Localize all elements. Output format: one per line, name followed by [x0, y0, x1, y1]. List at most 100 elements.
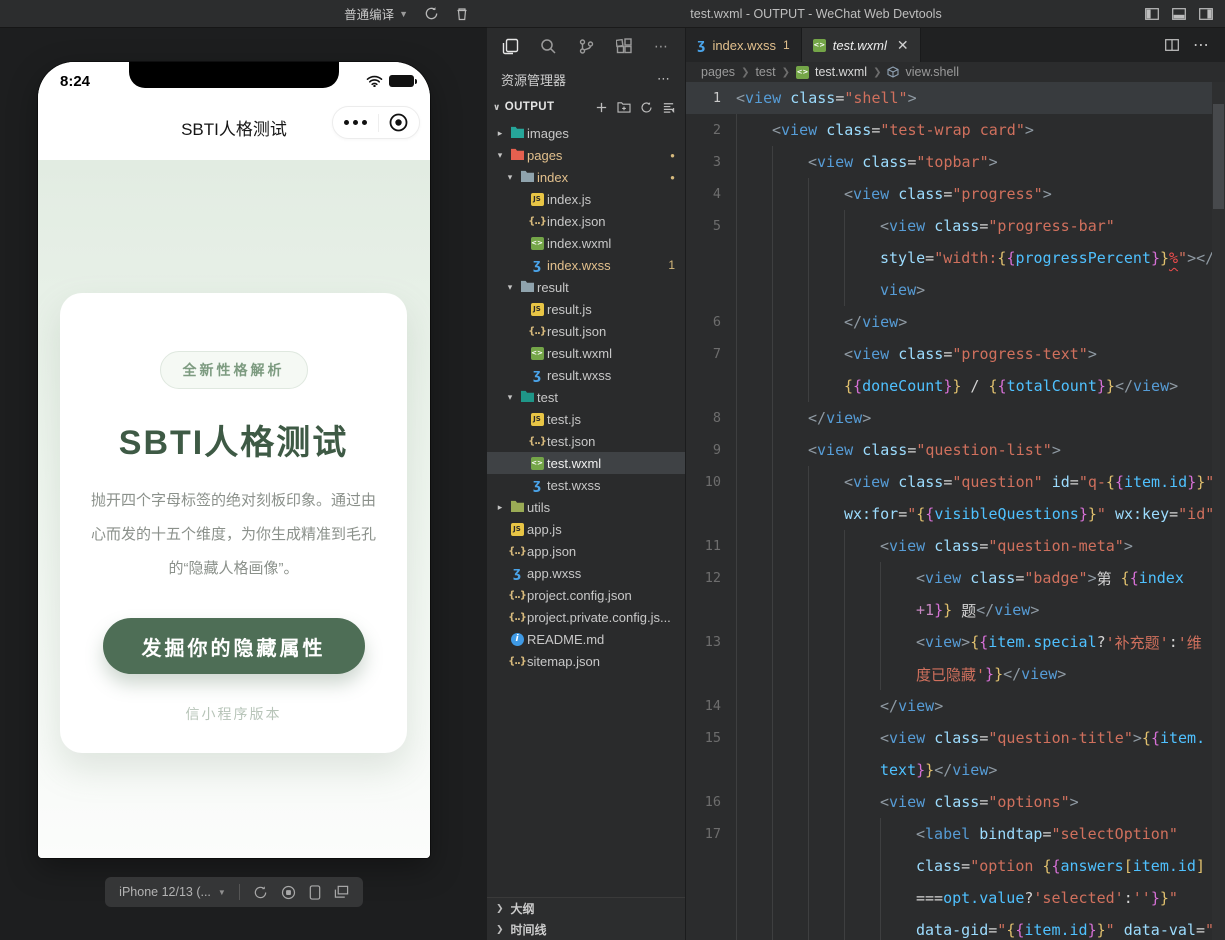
- multi-window-icon[interactable]: [334, 885, 349, 899]
- hero-description: 抛开四个字母标签的绝对刻板印象。通过由 心而发的十五个维度，为你生成精准到毛孔 …: [91, 484, 376, 586]
- tree-item-label: app.wxss: [527, 566, 581, 581]
- tree-item-sitemap.json[interactable]: {..}sitemap.json: [487, 650, 685, 672]
- tree-item-result.js[interactable]: JSresult.js: [487, 298, 685, 320]
- refresh-explorer-icon[interactable]: [640, 101, 653, 114]
- chevron-down-icon: ∨: [493, 102, 501, 113]
- tree-item-README.md[interactable]: iREADME.md: [487, 628, 685, 650]
- tree-item-test.wxss[interactable]: ʒtest.wxss: [487, 474, 685, 496]
- refresh-icon[interactable]: [424, 6, 439, 21]
- tab-index-wxss[interactable]: ʒ index.wxss 1: [686, 28, 802, 62]
- tree-item-index[interactable]: ▾index●: [487, 166, 685, 188]
- tree-item-app.json[interactable]: {..}app.json: [487, 540, 685, 562]
- app-window: 普通编译 ▼ 8:24 SBTI人格测试: [0, 0, 1225, 940]
- tree-item-label: result.wxml: [547, 346, 612, 361]
- rotate-device-icon[interactable]: [253, 885, 268, 900]
- extensions-icon[interactable]: [616, 38, 633, 55]
- line-number: 10: [686, 474, 736, 490]
- clear-cache-icon[interactable]: [455, 6, 469, 21]
- tree-item-result.wxss[interactable]: ʒresult.wxss: [487, 364, 685, 386]
- compile-mode-dropdown[interactable]: 普通编译 ▼: [344, 4, 408, 23]
- outline-section[interactable]: ❯ 大纲: [487, 898, 685, 919]
- tree-item-index.json[interactable]: {..}index.json: [487, 210, 685, 232]
- tree-item-label: app.js: [527, 522, 562, 537]
- new-folder-icon[interactable]: [617, 101, 631, 114]
- tree-item-test[interactable]: ▾test: [487, 386, 685, 408]
- code-editor[interactable]: 1<view class="shell">2<view class="test-…: [686, 82, 1212, 940]
- tree-item-app.wxss[interactable]: ʒapp.wxss: [487, 562, 685, 584]
- tree-item-index.wxss[interactable]: ʒindex.wxss1: [487, 254, 685, 276]
- start-test-button[interactable]: 发掘你的隐藏属性: [103, 618, 365, 674]
- json-file-icon: {..}: [508, 612, 526, 623]
- tree-item-index.wxml[interactable]: <>index.wxml: [487, 232, 685, 254]
- split-editor-icon[interactable]: [1165, 39, 1179, 51]
- chevron-down-icon: ▾: [503, 282, 517, 293]
- tree-item-utils[interactable]: ▸utils: [487, 496, 685, 518]
- toggle-secondary-sidebar-icon[interactable]: [1199, 8, 1213, 20]
- line-number: 16: [686, 794, 736, 810]
- wxss-file-icon: ʒ: [533, 477, 541, 493]
- js-file-icon: JS: [531, 303, 544, 316]
- editor-area: ʒ index.wxss 1 <> test.wxml ✕ ⋯ pages ❯ …: [686, 28, 1225, 940]
- breadcrumb-item[interactable]: pages: [701, 65, 735, 79]
- explorer-more-icon[interactable]: ⋯: [657, 71, 671, 87]
- breadcrumb-item[interactable]: view.shell: [905, 65, 959, 79]
- line-number: 1: [686, 90, 736, 106]
- tree-item-label: project.config.json: [527, 588, 632, 603]
- device-selector[interactable]: iPhone 12/13 (... ▼: [119, 885, 226, 899]
- scrollbar-thumb[interactable]: [1213, 104, 1224, 209]
- capsule-menu[interactable]: [332, 106, 420, 139]
- toggle-sidebar-icon[interactable]: [1145, 8, 1159, 20]
- compile-mode-label: 普通编译: [344, 4, 394, 23]
- tree-item-label: result.json: [547, 324, 606, 339]
- exit-target-icon[interactable]: [389, 113, 408, 132]
- code-line: text}}</view>: [686, 754, 1212, 786]
- more-dots-icon[interactable]: [344, 120, 367, 125]
- code-line: {{doneCount}} / {{totalCount}}</view>: [686, 370, 1212, 402]
- timeline-section[interactable]: ❯ 时间线: [487, 919, 685, 940]
- code-line: 度已隐藏'}}</view>: [686, 658, 1212, 690]
- breadcrumb-item[interactable]: test: [755, 65, 775, 79]
- tree-item-project.private.config.js...[interactable]: {..}project.private.config.js...: [487, 606, 685, 628]
- tree-item-label: test.js: [547, 412, 581, 427]
- close-tab-icon[interactable]: ✕: [897, 37, 909, 54]
- tree-item-test.json[interactable]: {..}test.json: [487, 430, 685, 452]
- tree-item-app.js[interactable]: JSapp.js: [487, 518, 685, 540]
- more-actions-icon[interactable]: ⋯: [654, 38, 670, 55]
- tree-item-label: test.json: [547, 434, 595, 449]
- toggle-panel-icon[interactable]: [1172, 8, 1186, 20]
- tree-item-images[interactable]: ▸images: [487, 122, 685, 144]
- explorer-title: 资源管理器: [501, 70, 566, 89]
- wxss-file-icon: ʒ: [533, 367, 541, 383]
- project-section-header[interactable]: ∨ OUTPUT: [487, 94, 685, 120]
- intro-card: 全新性格解析 SBTI人格测试 抛开四个字母标签的绝对刻板印象。通过由 心而发的…: [60, 293, 407, 753]
- explorer-sidebar: ⋯ 资源管理器 ⋯ ∨ OUTPUT ▸images▾pages●▾index●…: [487, 28, 686, 940]
- line-number: 15: [686, 730, 736, 746]
- open-folder-icon: [520, 279, 535, 295]
- tree-item-project.config.json[interactable]: {..}project.config.json: [487, 584, 685, 606]
- collapse-folders-icon[interactable]: [662, 101, 675, 114]
- files-icon[interactable]: [502, 38, 519, 55]
- new-file-icon[interactable]: [595, 101, 608, 114]
- tree-item-result.wxml[interactable]: <>result.wxml: [487, 342, 685, 364]
- source-control-icon[interactable]: [578, 38, 595, 55]
- mini-program-page: 全新性格解析 SBTI人格测试 抛开四个字母标签的绝对刻板印象。通过由 心而发的…: [38, 160, 430, 858]
- breadcrumb-item[interactable]: test.wxml: [815, 65, 867, 79]
- phone-frame-icon[interactable]: [309, 885, 321, 900]
- tree-item-test.wxml[interactable]: <>test.wxml: [487, 452, 685, 474]
- tree-item-pages[interactable]: ▾pages●: [487, 144, 685, 166]
- chevron-right-icon: ▸: [493, 128, 507, 139]
- sidebar-bottom-sections: ❯ 大纲 ❯ 时间线: [487, 897, 685, 940]
- tree-item-result.json[interactable]: {..}result.json: [487, 320, 685, 342]
- record-stop-icon[interactable]: [281, 885, 296, 900]
- line-number: 11: [686, 538, 736, 554]
- json-file-icon: {..}: [508, 656, 526, 667]
- more-editor-actions-icon[interactable]: ⋯: [1193, 35, 1211, 55]
- tree-item-index.js[interactable]: JSindex.js: [487, 188, 685, 210]
- status-time: 8:24: [60, 73, 90, 90]
- search-icon[interactable]: [540, 38, 557, 55]
- wxml-file-icon: <>: [531, 457, 544, 470]
- tree-item-test.js[interactable]: JStest.js: [487, 408, 685, 430]
- tree-item-result[interactable]: ▾result: [487, 276, 685, 298]
- tab-test-wxml[interactable]: <> test.wxml ✕: [802, 28, 921, 62]
- line-number: 2: [686, 122, 736, 138]
